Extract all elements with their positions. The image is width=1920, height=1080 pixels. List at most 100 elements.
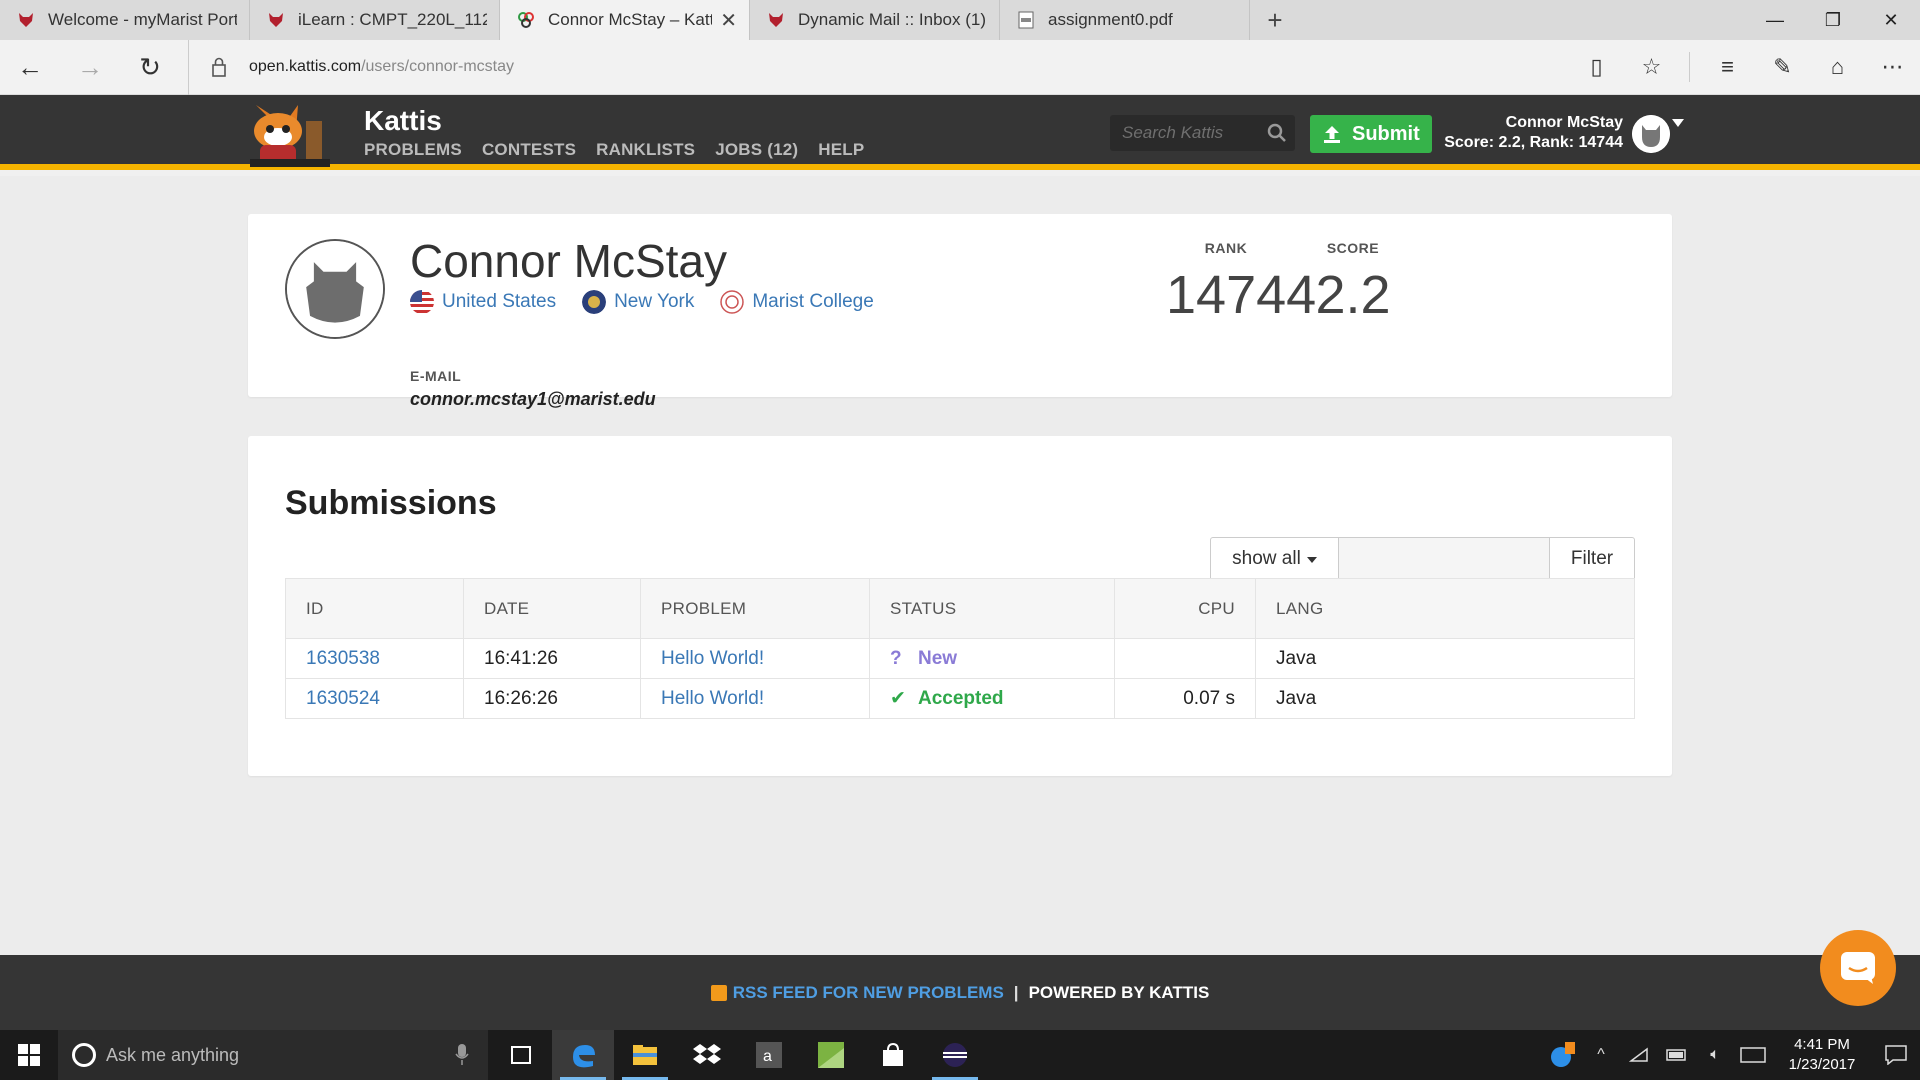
close-icon[interactable]: ✕ (720, 8, 737, 33)
chat-launcher-icon[interactable] (1820, 930, 1896, 1006)
browser-tab[interactable]: assignment0.pdf (1000, 0, 1250, 40)
status-filter-select[interactable]: show all (1211, 538, 1339, 580)
school-link[interactable]: Marist College (720, 290, 874, 314)
upload-icon (1324, 126, 1340, 143)
problem-link[interactable]: Hello World! (661, 648, 764, 669)
col-cpu: CPU (1114, 578, 1256, 639)
rss-label: RSS FEED FOR NEW PROBLEMS (732, 982, 1004, 1002)
submission-lang: Java (1255, 638, 1635, 679)
nav-contests[interactable]: CONTESTS (482, 140, 576, 160)
browser-tab-strip: Welcome - myMarist Portal iLearn : CMPT_… (0, 0, 1920, 40)
country-label: United States (442, 291, 557, 312)
submission-date: 16:26:26 (463, 678, 641, 719)
question-icon: ? (890, 647, 902, 669)
kattis-cat-logo-icon[interactable] (248, 101, 348, 167)
new-tab-icon[interactable]: + (1250, 0, 1300, 40)
nav-problems[interactable]: PROBLEMS (364, 140, 462, 160)
email-label: E-MAIL (410, 368, 462, 384)
cortana-icon (72, 1043, 96, 1067)
search-input[interactable] (1122, 123, 1262, 143)
tab-label: assignment0.pdf (1048, 10, 1173, 29)
web-note-icon[interactable]: ✎ (1755, 40, 1810, 95)
submission-date: 16:41:26 (463, 638, 641, 679)
windows-start-icon[interactable] (0, 1030, 58, 1080)
submit-button[interactable]: Submit (1310, 115, 1432, 153)
system-clock[interactable]: 4:41 PM 1/23/2017 (1772, 1035, 1872, 1075)
email-value: connor.mcstay1@marist.edu (410, 389, 656, 409)
score-value: 2.2 (1315, 265, 1391, 325)
browser-tab[interactable]: iLearn : CMPT_220L_112_17: (250, 0, 500, 40)
keyboard-icon[interactable] (1734, 1030, 1772, 1080)
score-label: SCORE (1326, 240, 1380, 256)
store-icon[interactable] (862, 1030, 924, 1080)
profile-card: Connor McStay United States New York Mar… (248, 214, 1672, 409)
submission-cpu: 0.07 s (1114, 678, 1256, 719)
share-icon[interactable]: ⌂ (1810, 40, 1865, 95)
nav-ranklists[interactable]: RANKLISTS (596, 140, 695, 160)
cortana-search[interactable]: Ask me anything (58, 1030, 488, 1080)
problem-link[interactable]: Hello World! (661, 688, 764, 709)
hub-icon[interactable]: ≡ (1700, 40, 1755, 95)
notification-badge-icon[interactable] (1544, 1030, 1582, 1080)
divider (1689, 52, 1690, 82)
action-center-icon[interactable] (1872, 1030, 1920, 1080)
browser-tab[interactable]: Welcome - myMarist Portal (0, 0, 250, 40)
footer-divider: | (1013, 982, 1019, 1002)
windows-taskbar: Ask me anything a ^ 🔈︎ 4:41 PM 1/23/2017 (0, 1030, 1920, 1080)
address-bar[interactable]: open.kattis.com/users/connor-mcstay (188, 39, 1569, 95)
submission-id-link[interactable]: 1630538 (306, 648, 380, 669)
filter-input[interactable] (1339, 538, 1549, 580)
close-window-icon[interactable]: ✕ (1862, 0, 1920, 40)
minimize-icon[interactable]: — (1746, 0, 1804, 40)
task-view-icon[interactable] (490, 1030, 552, 1080)
powered-by: POWERED BY KATTIS (1028, 982, 1210, 1002)
col-problem: PROBLEM (640, 578, 870, 639)
eclipse-icon[interactable] (924, 1030, 986, 1080)
dropbox-icon[interactable] (676, 1030, 738, 1080)
more-icon[interactable]: ⋯ (1865, 40, 1920, 95)
status-text: New (918, 647, 958, 669)
favorite-star-icon[interactable]: ☆ (1624, 40, 1679, 95)
kattis-brand[interactable]: Kattis (364, 105, 442, 137)
table-row: 1630538 16:41:26 Hello World! ? New Java (285, 638, 1635, 679)
fox-favicon-icon (266, 10, 286, 30)
nav-jobs[interactable]: JOBS (12) (715, 140, 798, 160)
state-link[interactable]: New York (582, 290, 694, 314)
amazon-icon[interactable]: a (738, 1030, 800, 1080)
user-summary[interactable]: Connor McStay Score: 2.2, Rank: 14744 (1444, 113, 1623, 153)
search-icon[interactable] (1267, 123, 1287, 143)
photos-icon[interactable] (800, 1030, 862, 1080)
reading-view-icon[interactable]: ▯ (1569, 40, 1624, 95)
microphone-icon[interactable] (455, 1044, 469, 1066)
volume-icon[interactable]: 🔈︎ (1696, 1030, 1734, 1080)
refresh-icon[interactable]: ↻ (120, 40, 180, 95)
col-id: ID (285, 578, 464, 639)
user-avatar-icon[interactable] (1632, 115, 1670, 153)
filter-button[interactable]: Filter (1549, 538, 1634, 580)
main-content: Connor McStay United States New York Mar… (0, 176, 1920, 955)
back-icon[interactable]: ← (0, 40, 60, 95)
page-footer: RSS FEED FOR NEW PROBLEMS | POWERED BY K… (0, 955, 1920, 1030)
kattis-favicon-icon (516, 10, 536, 30)
submissions-title: Submissions (285, 484, 497, 522)
country-link[interactable]: United States (410, 290, 556, 314)
chevron-down-icon (1306, 557, 1317, 563)
chevron-up-icon[interactable]: ^ (1582, 1030, 1620, 1080)
nav-help[interactable]: HELP (818, 140, 864, 160)
wifi-icon[interactable] (1620, 1030, 1658, 1080)
submission-id-link[interactable]: 1630524 (306, 688, 380, 709)
browser-tab[interactable]: Dynamic Mail :: Inbox (1) (750, 0, 1000, 40)
tab-label: Connor McStay – Kattis, (548, 10, 712, 29)
rss-icon (710, 984, 727, 1001)
battery-icon[interactable] (1658, 1030, 1696, 1080)
rss-feed-link[interactable]: RSS FEED FOR NEW PROBLEMS (710, 982, 1004, 1003)
file-explorer-icon[interactable] (614, 1030, 676, 1080)
user-menu-caret-icon[interactable] (1672, 119, 1684, 127)
browser-tab-active[interactable]: Connor McStay – Kattis, ✕ (500, 0, 750, 40)
main-nav: PROBLEMS CONTESTS RANKLISTS JOBS (12) HE… (364, 140, 864, 160)
edge-browser-icon[interactable] (552, 1030, 614, 1080)
window-controls: — ❐ ✕ (1746, 0, 1920, 40)
restore-icon[interactable]: ❐ (1804, 0, 1862, 40)
forward-icon[interactable]: → (60, 40, 120, 95)
user-name: Connor McStay (1505, 114, 1623, 131)
